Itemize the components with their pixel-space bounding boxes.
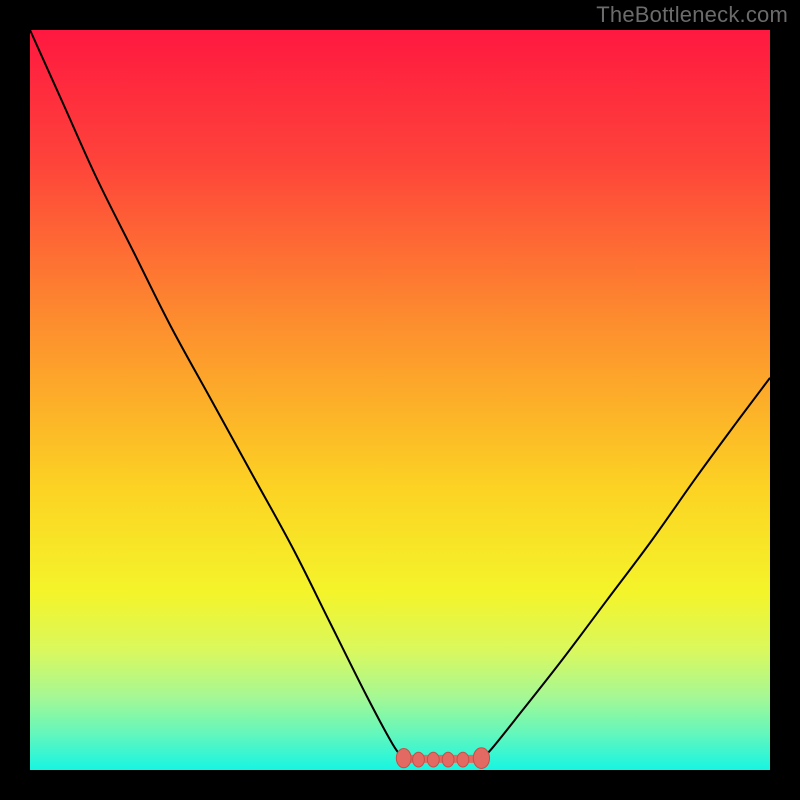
- marker-dot: [427, 752, 439, 767]
- gradient-background: [30, 30, 770, 770]
- chart-svg: [30, 30, 770, 770]
- chart-frame: TheBottleneck.com: [0, 0, 800, 800]
- plot-area: [30, 30, 770, 770]
- marker-dot: [396, 749, 411, 768]
- marker-dot: [457, 752, 469, 767]
- marker-dot: [473, 748, 489, 769]
- marker-dot: [413, 752, 425, 767]
- marker-dot: [442, 752, 454, 767]
- watermark-text: TheBottleneck.com: [596, 2, 788, 28]
